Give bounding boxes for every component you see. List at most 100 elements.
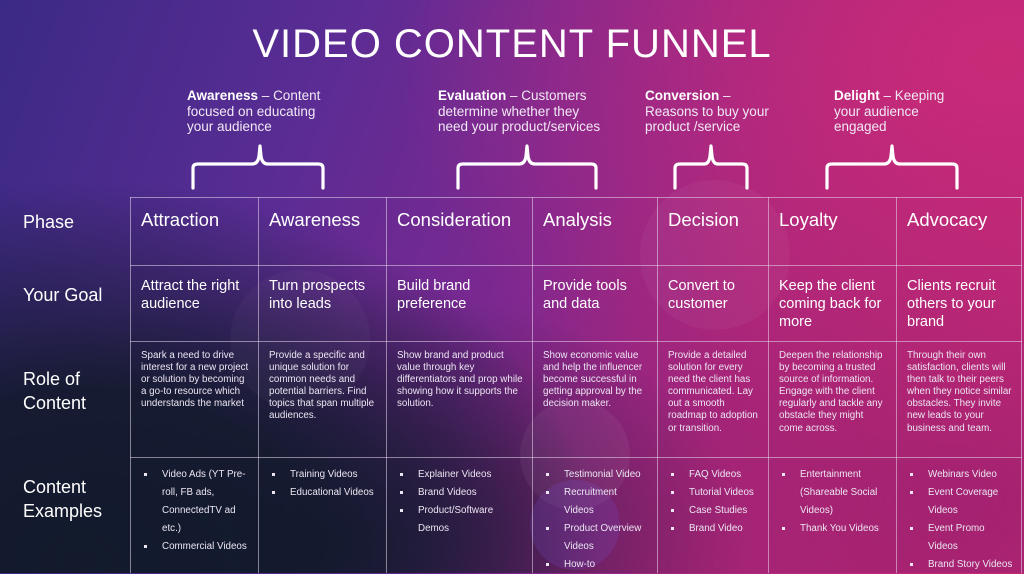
goal-cell: Provide tools and data [543,278,627,312]
bullet-icon [546,473,549,476]
example-text: Video Ads (YT Pre-roll, FB ads, Connecte… [162,469,246,534]
example-item: How-to [543,556,649,574]
example-item: Testimonial Video [543,466,649,484]
grid-line [130,197,1022,198]
example-text: Brand Story Videos [928,559,1013,570]
stage-name: Delight [834,88,880,103]
brace-icon [191,144,325,190]
row-label-examples: Content Examples [23,477,103,521]
stage-evaluation: Evaluation – Customers determine whether… [438,88,601,134]
example-item: Commercial Videos [141,538,250,556]
examples-list: FAQ Videos Tutorial Videos Case Studies Bra… [668,466,760,538]
bullet-icon [546,491,549,494]
bullet-icon [910,491,913,494]
examples-list: Entertainment (Shareable Social Videos) T… [779,466,888,538]
example-item: Recruitment Videos [543,484,649,520]
bullet-icon [272,473,275,476]
example-text: Educational Videos [290,487,374,498]
phase-cell-loyalty: Loyalty [779,209,838,230]
bullet-icon [671,527,674,530]
bullet-icon [546,563,549,566]
example-item: Event Coverage Videos [907,484,1013,520]
example-text: Webinars Video [928,469,997,480]
goal-cell: Turn prospects into leads [269,278,366,312]
grid-line [130,457,1022,458]
examples-list: Testimonial Video Recruitment Videos Produ… [543,466,649,574]
grid-line [130,341,1022,342]
example-item: Event Promo Videos [907,520,1013,556]
goal-cell: Keep the client coming back for more [779,278,882,330]
example-item: FAQ Videos [668,466,760,484]
example-item: Video Ads (YT Pre-roll, FB ads, Connecte… [141,466,250,538]
example-item: Brand Videos [397,484,524,502]
role-cell: Show economic value and help the influen… [543,350,643,410]
bullet-icon [910,563,913,566]
role-cell: Provide a detailed solution for every ne… [668,350,758,434]
bullet-icon [400,473,403,476]
grid-line [1021,197,1022,573]
example-text: Product Overview Videos [564,523,642,552]
row-label-goal: Your Goal [23,285,103,305]
example-text: Brand Video [689,523,743,534]
role-cell: Provide a specific and unique solution f… [269,350,375,422]
example-text: How-to [564,559,596,570]
stage-name: Evaluation [438,88,507,103]
goal-cell: Build brand preference [397,278,471,312]
bullet-icon [910,473,913,476]
examples-cell: Testimonial Video Recruitment Videos Produ… [532,466,657,574]
goal-cell: Attract the right audience [141,278,240,312]
row-label-role: Role of Content [23,369,87,413]
examples-list: Webinars Video Event Coverage Videos Event… [907,466,1013,574]
example-item: Product Overview Videos [543,520,649,556]
example-text: Case Studies [689,505,748,516]
stage-name: Conversion [645,88,720,103]
example-text: Testimonial Video [564,469,641,480]
phase-cell-consideration: Consideration [397,209,512,230]
bullet-icon [546,527,549,530]
example-item: Entertainment (Shareable Social Videos) [779,466,888,520]
phase-cell-awareness: Awareness [269,209,361,230]
stage-delight: Delight – Keeping your audience engaged [834,88,945,134]
example-text: Event Promo Videos [928,523,985,552]
example-text: Entertainment (Shareable Social Videos) [800,469,878,516]
example-text: Recruitment Videos [564,487,617,516]
example-item: Training Videos [269,466,378,484]
bullet-icon [782,473,785,476]
example-text: Commercial Videos [162,541,247,552]
bullet-icon [272,491,275,494]
bullet-icon [671,509,674,512]
example-text: Product/Software Demos [418,505,494,534]
example-text: Event Coverage Videos [928,487,999,516]
example-text: Explainer Videos [418,469,492,480]
examples-cell: Explainer Videos Brand Videos Product/Soft… [386,466,532,538]
grid-line [130,265,1022,266]
bullet-icon [671,491,674,494]
examples-cell: FAQ Videos Tutorial Videos Case Studies Bra… [657,466,768,538]
example-text: FAQ Videos [689,469,742,480]
stage-name: Awareness [187,88,259,103]
example-item: Tutorial Videos [668,484,760,502]
goal-cell: Convert to customer [668,278,735,312]
bullet-icon [400,491,403,494]
example-text: Tutorial Videos [689,487,754,498]
phase-cell-decision: Decision [668,209,739,230]
bullet-icon [910,527,913,530]
example-item: Thank You Videos [779,520,888,538]
role-cell: Show brand and product value through key… [397,350,523,410]
row-label-phase: Phase [23,212,75,232]
example-item: Brand Video [668,520,760,538]
stage-awareness: Awareness – Content focused on educating… [187,88,321,134]
examples-list: Training Videos Educational Videos [269,466,378,502]
examples-list: Explainer Videos Brand Videos Product/Soft… [397,466,524,538]
examples-list: Video Ads (YT Pre-roll, FB ads, Connecte… [141,466,250,556]
phase-cell-analysis: Analysis [543,209,612,230]
bullet-icon [782,527,785,530]
page-title: VIDEO CONTENT FUNNEL [252,22,772,66]
role-cell: Deepen the relationship by becoming a tr… [779,350,883,434]
example-item: Case Studies [668,502,760,520]
bullet-icon [144,473,147,476]
bullet-icon [671,473,674,476]
example-item: Educational Videos [269,484,378,502]
example-text: Thank You Videos [800,523,879,534]
phase-cell-attraction: Attraction [141,209,220,230]
